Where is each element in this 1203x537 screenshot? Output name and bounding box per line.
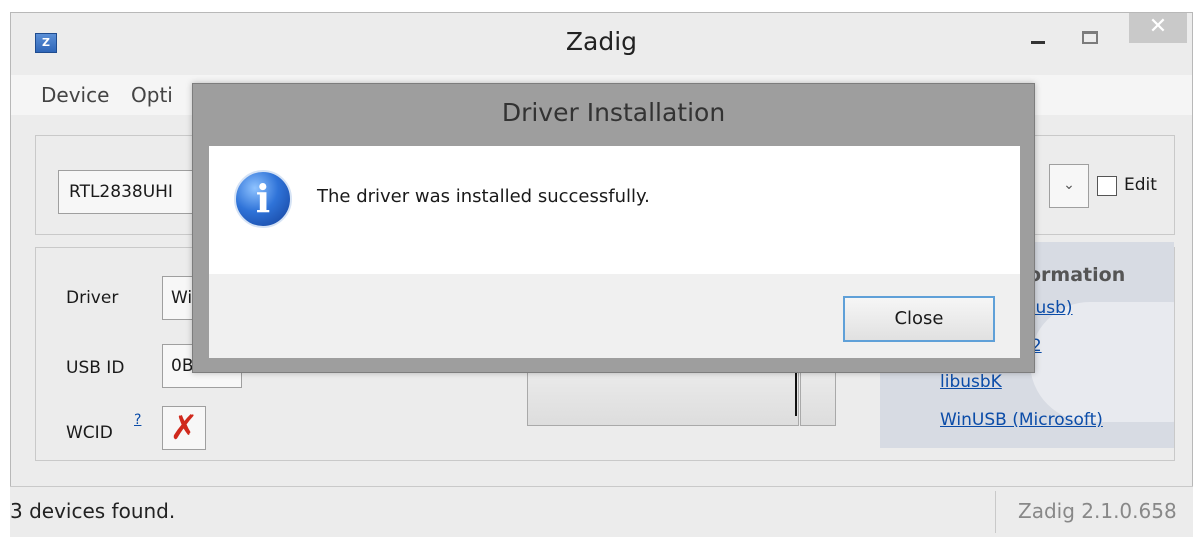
minimize-icon bbox=[1031, 41, 1045, 44]
dialog-message: The driver was installed successfully. bbox=[317, 186, 650, 207]
info-title: ormation bbox=[1028, 264, 1126, 286]
edit-label: Edit bbox=[1124, 175, 1157, 195]
window-title: Zadig bbox=[565, 27, 638, 56]
edit-checkbox[interactable] bbox=[1097, 176, 1117, 196]
dialog-body: i The driver was installed successfully.… bbox=[209, 146, 1020, 358]
close-window-button[interactable]: ✕ bbox=[1129, 13, 1187, 43]
wcid-help-link[interactable]: ? bbox=[134, 412, 141, 428]
dialog-message-area: i The driver was installed successfully. bbox=[209, 146, 1020, 274]
wcid-status-icon: ✗ bbox=[162, 406, 206, 450]
status-divider bbox=[995, 491, 996, 533]
wcid-label: WCID bbox=[66, 423, 113, 443]
title-bar[interactable]: Z Zadig ✕ bbox=[11, 13, 1192, 75]
status-text: 3 devices found. bbox=[10, 499, 176, 523]
minimize-button[interactable] bbox=[1021, 27, 1055, 59]
information-icon: i bbox=[234, 170, 292, 228]
device-dropdown-chevron-icon[interactable]: ⌄ bbox=[1049, 164, 1089, 208]
driver-installation-dialog: Driver Installation i The driver was ins… bbox=[192, 83, 1035, 373]
driver-label: Driver bbox=[66, 288, 119, 308]
maximize-icon bbox=[1082, 31, 1098, 44]
usb-id-label: USB ID bbox=[66, 358, 125, 378]
maximize-button[interactable] bbox=[1073, 23, 1107, 55]
link-libusbk[interactable]: libusbK bbox=[940, 372, 1002, 392]
status-bar: 3 devices found. Zadig 2.1.0.658 bbox=[10, 486, 1193, 537]
version-text: Zadig 2.1.0.658 bbox=[1018, 499, 1177, 523]
menu-options[interactable]: Opti bbox=[131, 83, 173, 107]
dialog-title: Driver Installation bbox=[501, 98, 726, 127]
menu-device[interactable]: Device bbox=[41, 83, 109, 107]
dialog-close-button[interactable]: Close bbox=[843, 296, 995, 342]
zadig-watermark-icon bbox=[1030, 302, 1174, 422]
link-winusb[interactable]: WinUSB (Microsoft) bbox=[940, 410, 1103, 430]
